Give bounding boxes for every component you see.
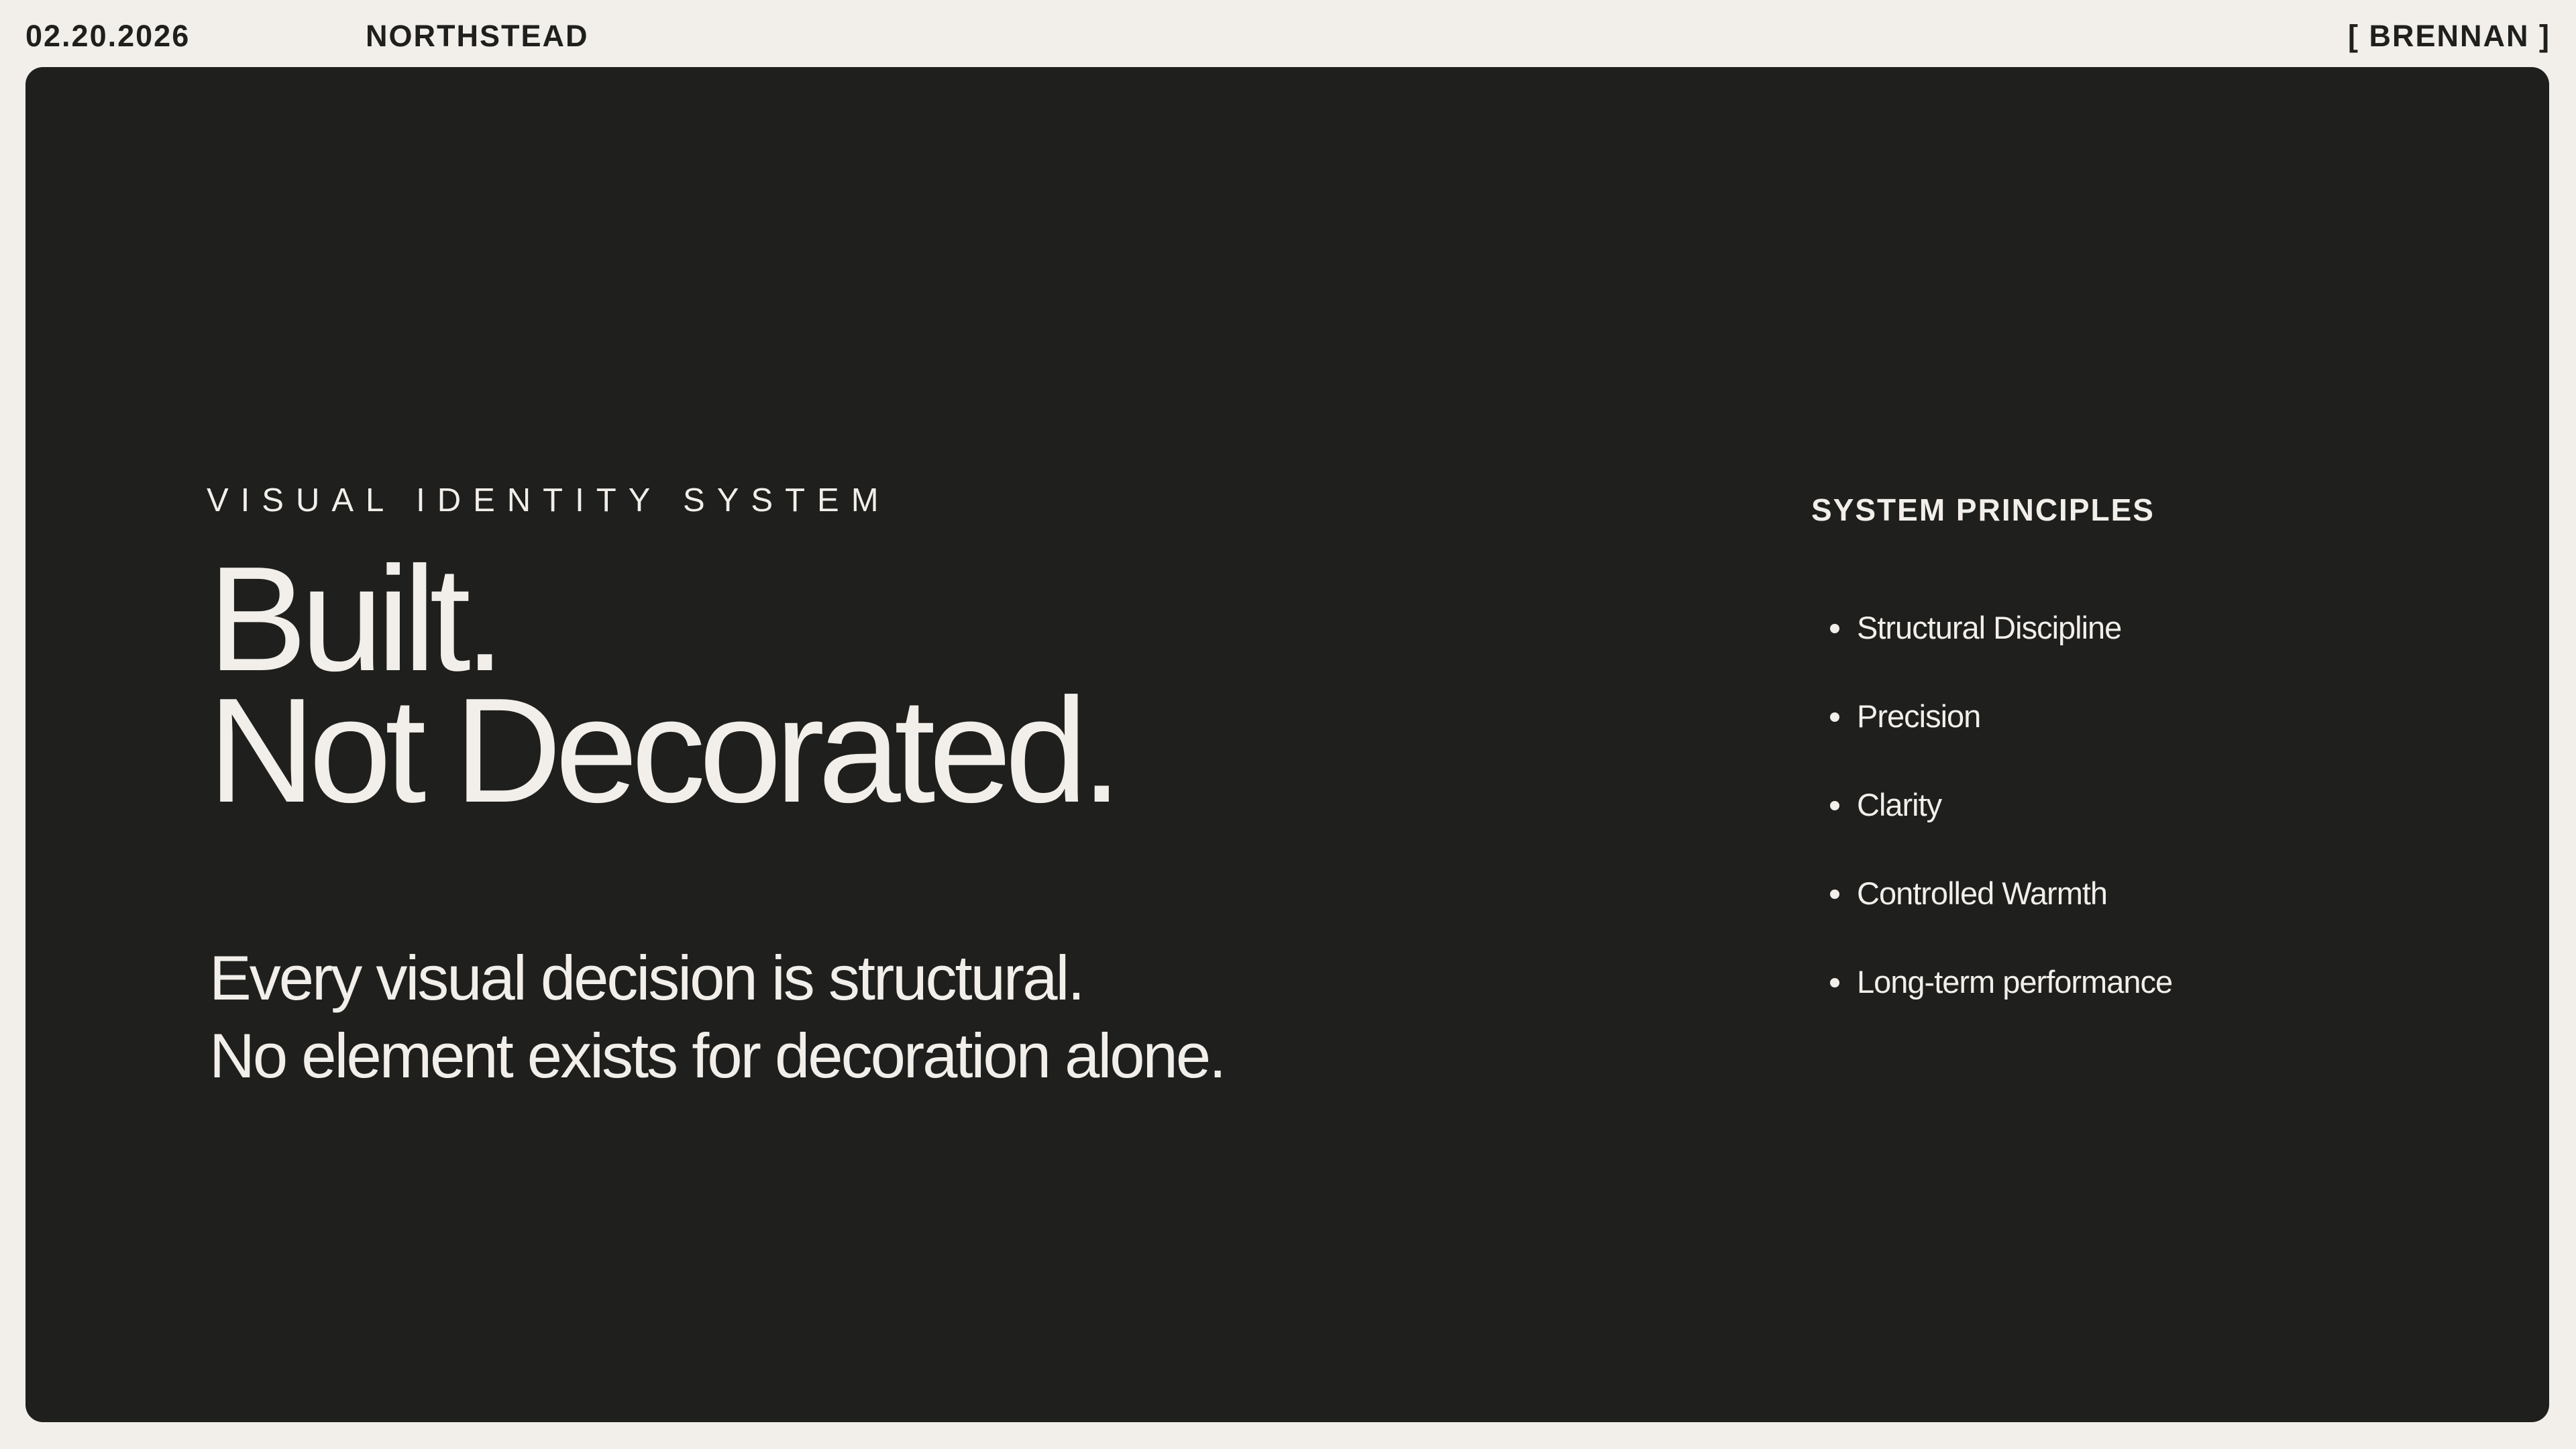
bullet-icon: [1830, 978, 1839, 987]
client-label: [ BRENNAN ]: [2348, 19, 2551, 53]
headline-line-1: Built.: [208, 536, 506, 702]
brand-name: NORTHSTEAD: [366, 19, 589, 53]
section-eyebrow: VISUAL IDENTITY SYSTEM: [207, 482, 891, 519]
principle-label: Long-term performance: [1857, 964, 2173, 1000]
slide-panel: VISUAL IDENTITY SYSTEM Built. Not Decora…: [25, 67, 2549, 1422]
bullet-icon: [1830, 712, 1839, 722]
principle-item: Clarity: [1811, 785, 2172, 873]
bullet-icon: [1830, 801, 1839, 810]
principle-item: Controlled Warmth: [1811, 873, 2172, 962]
bullet-icon: [1830, 624, 1839, 633]
principles-title: SYSTEM PRINCIPLES: [1811, 492, 2155, 527]
headline: Built. Not Decorated.: [208, 536, 1122, 834]
principles-list: Structural Discipline Precision Clarity …: [1811, 608, 2173, 1051]
principle-item: Precision: [1811, 696, 2172, 785]
principle-label: Precision: [1857, 698, 1981, 734]
subheadline: Every visual decision is structural. No …: [209, 939, 1226, 1095]
principle-item: Structural Discipline: [1811, 608, 2172, 696]
top-bar: 02.20.2026 NORTHSTEAD [ BRENNAN ]: [0, 0, 2576, 67]
headline-line-2: Not Decorated.: [208, 667, 1122, 834]
principle-label: Structural Discipline: [1857, 610, 2122, 645]
principle-label: Controlled Warmth: [1857, 875, 2108, 911]
subheadline-line-1: Every visual decision is structural.: [209, 943, 1085, 1013]
principle-label: Clarity: [1857, 787, 1942, 822]
principle-item: Long-term performance: [1811, 962, 2173, 1051]
subheadline-line-2: No element exists for decoration alone.: [209, 1020, 1226, 1091]
bullet-icon: [1830, 890, 1839, 899]
date-label: 02.20.2026: [25, 19, 191, 53]
